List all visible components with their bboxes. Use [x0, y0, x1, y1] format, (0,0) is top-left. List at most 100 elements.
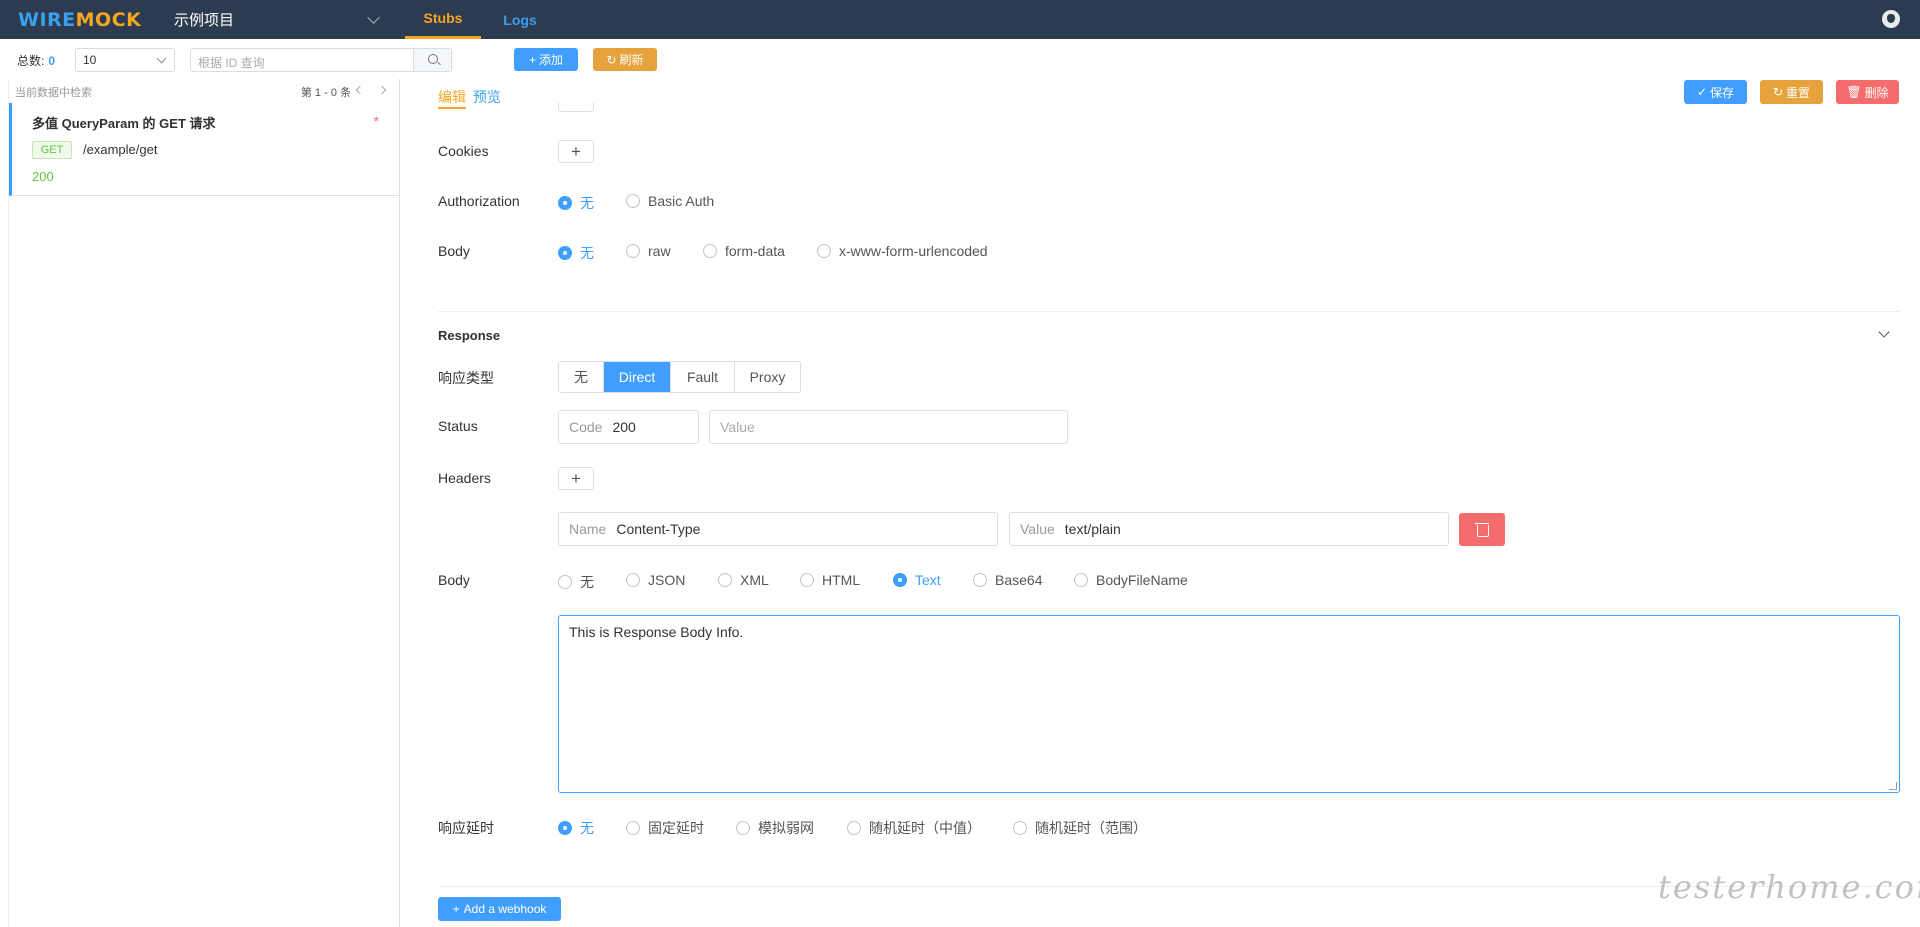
check-icon: ✓	[1696, 85, 1708, 99]
delete-header-button[interactable]	[1459, 513, 1505, 546]
radio-icon	[736, 821, 750, 835]
response-body-option-json[interactable]: JSON	[626, 572, 685, 588]
response-body-option-base64[interactable]: Base64	[973, 572, 1042, 588]
radio-icon	[1074, 573, 1088, 587]
trash-icon: 🗑	[1846, 85, 1862, 99]
request-body-option-raw[interactable]: raw	[626, 243, 671, 259]
tab-edit[interactable]: 编辑	[438, 89, 466, 109]
delete-button[interactable]: 🗑 删除	[1836, 80, 1899, 104]
stub-title: 多值 QueryParam 的 GET 请求	[32, 116, 216, 131]
list-header: 当前数据中检索 第 1 - 0 条	[9, 79, 399, 103]
editor-tabs: 编辑 预览	[438, 87, 501, 109]
add-response-header-button[interactable]: +	[558, 467, 594, 490]
request-body-label: Body	[438, 243, 470, 259]
authorization-label: Authorization	[438, 193, 520, 209]
tab-logs[interactable]: Logs	[492, 0, 548, 39]
radio-icon	[973, 573, 987, 587]
save-button[interactable]: ✓ 保存	[1684, 80, 1747, 104]
add-webhook-button[interactable]: + Add a webhook	[438, 897, 561, 921]
project-selector[interactable]: 示例项目	[174, 0, 384, 39]
cookies-label: Cookies	[438, 143, 489, 159]
radio-icon	[558, 575, 572, 589]
response-body-option-bodyfilename[interactable]: BodyFileName	[1074, 572, 1188, 588]
wiremock-logo[interactable]: WIREMOCK	[18, 9, 141, 31]
status-value-input[interactable]: Value	[709, 410, 1068, 444]
prev-page-icon[interactable]	[355, 85, 365, 95]
pagination-text: 第 1 - 0 条	[300, 87, 351, 99]
radio-icon	[626, 194, 640, 208]
search-placeholder[interactable]: 根据 ID 查询	[191, 49, 413, 71]
radio-icon	[703, 244, 717, 258]
github-icon[interactable]	[1882, 10, 1900, 28]
response-body-option-html[interactable]: HTML	[800, 572, 860, 588]
delay-option-fixed[interactable]: 固定延时	[626, 818, 704, 838]
response-headers-label: Headers	[438, 470, 491, 486]
auth-option-none[interactable]: 无	[558, 193, 594, 213]
tab-stubs[interactable]: Stubs	[405, 0, 481, 39]
response-type-label: 响应类型	[438, 370, 494, 386]
response-body-textarea[interactable]: This is Response Body Info.	[558, 615, 1900, 793]
response-body-option-xml[interactable]: XML	[718, 572, 769, 588]
status-code-prefix: Code	[569, 419, 603, 435]
headers-add-button-partial[interactable]	[558, 102, 594, 112]
radio-icon	[893, 573, 907, 587]
chevron-down-icon	[156, 53, 167, 64]
chevron-down-icon[interactable]	[1878, 326, 1890, 338]
radio-icon	[626, 821, 640, 835]
plus-icon: +	[571, 142, 581, 161]
response-type-direct[interactable]: Direct	[604, 362, 671, 392]
resize-handle-icon[interactable]	[1889, 782, 1897, 790]
header-name-value: Content-Type	[616, 521, 701, 537]
next-page-icon[interactable]	[377, 85, 387, 95]
header-name-prefix: Name	[569, 521, 607, 537]
reset-button[interactable]: ↻ 重置	[1760, 80, 1823, 104]
stub-status: 200	[32, 169, 54, 184]
refresh-button[interactable]: ↻ 刷新	[593, 48, 657, 71]
refresh-icon: ↻	[606, 52, 617, 67]
response-body-option-none[interactable]: 无	[558, 572, 594, 592]
header-value-input[interactable]: Value text/plain	[1009, 512, 1449, 546]
status-label: Status	[438, 418, 478, 434]
radio-icon	[817, 244, 831, 258]
radio-icon	[847, 821, 861, 835]
stub-list-panel: 当前数据中检索 第 1 - 0 条 多值 QueryParam 的 GET 请求…	[8, 79, 400, 927]
delay-option-random-range[interactable]: 随机延时（范围）	[1013, 818, 1147, 838]
response-body-label: Body	[438, 572, 470, 588]
section-divider	[438, 311, 1900, 312]
total-count-value: 0	[48, 54, 56, 68]
header-name-input[interactable]: Name Content-Type	[558, 512, 998, 546]
response-section-title: Response	[438, 328, 501, 343]
auth-option-basic[interactable]: Basic Auth	[626, 193, 714, 209]
delay-option-random-median[interactable]: 随机延时（中值）	[847, 818, 981, 838]
modified-marker: *	[373, 113, 379, 129]
refresh-icon: ↻	[1772, 85, 1784, 99]
status-code-value: 200	[612, 419, 636, 435]
radio-icon	[718, 573, 732, 587]
tab-preview[interactable]: 预览	[473, 89, 501, 105]
response-body-option-text[interactable]: Text	[893, 572, 941, 588]
radio-icon	[558, 246, 572, 260]
search-icon[interactable]	[413, 49, 451, 71]
response-type-proxy[interactable]: Proxy	[735, 362, 800, 392]
response-type-none[interactable]: 无	[559, 362, 604, 392]
add-button[interactable]: + 添加	[514, 48, 578, 71]
header-value-value: text/plain	[1064, 521, 1121, 537]
response-type-fault[interactable]: Fault	[671, 362, 735, 392]
response-type-selector: 无 Direct Fault Proxy	[558, 361, 801, 393]
request-body-option-urlencoded[interactable]: x-www-form-urlencoded	[817, 243, 988, 259]
total-count: 总数: 0	[17, 54, 56, 68]
status-code-input[interactable]: Code 200	[558, 410, 699, 444]
search-input[interactable]: 根据 ID 查询	[190, 48, 452, 72]
search-scope-hint: 当前数据中检索	[15, 87, 92, 99]
chevron-down-icon	[367, 11, 380, 24]
request-body-option-form-data[interactable]: form-data	[703, 243, 785, 259]
radio-icon	[558, 821, 572, 835]
request-body-option-none[interactable]: 无	[558, 243, 594, 263]
add-cookie-button[interactable]: +	[558, 140, 594, 163]
delay-option-weak-network[interactable]: 模拟弱网	[736, 818, 814, 838]
plus-icon: +	[571, 469, 581, 488]
stub-list-item[interactable]: 多值 QueryParam 的 GET 请求 * GET /example/ge…	[9, 103, 399, 196]
list-toolbar: 总数: 0 10 根据 ID 查询 + 添加 ↻ 刷新	[0, 39, 1920, 79]
delay-option-none[interactable]: 无	[558, 818, 594, 838]
page-size-select[interactable]: 10	[75, 48, 175, 72]
